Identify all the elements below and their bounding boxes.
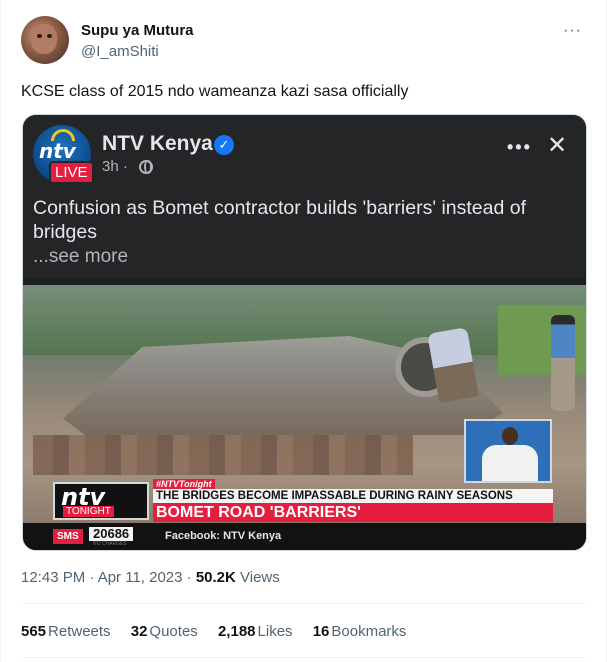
stat-likes[interactable]: 2,188 Likes [218, 623, 293, 640]
fb-page-name: NTV Kenya [102, 132, 213, 155]
tv-sms-bar: SMS 20686 NO CHARGES Facebook: NTV Kenya [23, 523, 586, 550]
news-photo: ntv TONIGHT #NTVTonight THE BRIDGES BECO… [23, 285, 586, 523]
stat-label: Quotes [149, 623, 198, 640]
photo-rocks [33, 435, 413, 475]
fb-post-time: 3h · [102, 158, 128, 175]
sms-sub: NO CHARGES [93, 541, 127, 547]
divider [21, 657, 587, 658]
lt-headline: BOMET ROAD 'BARRIERS' [153, 503, 553, 522]
stat-label: Retweets [48, 623, 111, 640]
sign-language-interpreter [464, 419, 552, 483]
stat-number: 565 [21, 623, 47, 640]
stat-bookmarks[interactable]: 16 Bookmarks [313, 623, 407, 640]
tv-lower-third: ntv TONIGHT #NTVTonight THE BRIDGES BECO… [53, 479, 553, 522]
ntv-tonight-logo: ntv TONIGHT [53, 482, 149, 520]
tweet-container: Supu ya Mutura @I_amShiti ··· KCSE class… [0, 0, 607, 662]
lt-hashtag: #NTVTonight [153, 479, 215, 489]
sms-number: 20686 [89, 527, 134, 541]
globe-icon [139, 160, 153, 174]
interpreter-head [502, 427, 518, 445]
live-badge: LIVE [49, 161, 94, 184]
author-display-name[interactable]: Supu ya Mutura [81, 22, 194, 39]
avatar-face [31, 24, 57, 54]
avatar[interactable] [21, 16, 69, 64]
photo-worker [551, 315, 575, 411]
stat-number: 16 [312, 623, 330, 640]
lt-logo-tonight: TONIGHT [63, 506, 114, 517]
lt-subheadline: THE BRIDGES BECOME IMPASSABLE DURING RAI… [153, 489, 553, 503]
stat-number: 2,188 [217, 623, 256, 640]
stat-quotes[interactable]: 32 Quotes [131, 623, 198, 640]
author-handle[interactable]: @I_amShiti [81, 43, 159, 60]
see-more-link: ...see more [33, 246, 129, 267]
facebook-handle-text: Facebook: NTV Kenya [165, 530, 282, 542]
stat-label: Likes [257, 623, 293, 640]
tweet-text: KCSE class of 2015 ndo wameanza kazi sas… [21, 83, 409, 100]
ntv-logo-wordmark: ntv [39, 139, 76, 163]
embedded-image-card[interactable]: ntv LIVE NTV Kenya ✓ 3h · ••• ✕ Confusio… [22, 114, 587, 551]
stat-label: Bookmarks [331, 623, 407, 640]
fb-post-header: ntv LIVE NTV Kenya ✓ 3h · ••• ✕ Confusio… [23, 115, 586, 278]
tweet-meta: 12:43 PM · Apr 11, 2023 · 50.2K Views [21, 569, 280, 586]
sms-label: SMS [53, 529, 83, 544]
engagement-stats: 565 Retweets 32 Quotes 2,188 Likes 16 Bookma… [21, 623, 422, 640]
fb-post-text: Confusion as Bomet contractor builds 'ba… [33, 197, 527, 243]
verified-check-icon: ✓ [214, 135, 234, 155]
views-label: Views [235, 569, 280, 586]
fb-more-icon: ••• [507, 137, 532, 157]
views-count[interactable]: 50.2K [196, 569, 236, 586]
tweet-timestamp[interactable]: 12:43 PM · Apr 11, 2023 · [21, 569, 196, 586]
avatar-eye-left [37, 34, 42, 38]
stat-number: 32 [130, 623, 148, 640]
divider [21, 603, 587, 604]
more-dots-icon[interactable]: ··· [563, 22, 582, 40]
avatar-eye-right [47, 34, 52, 38]
interpreter-body [482, 445, 538, 481]
close-icon: ✕ [547, 132, 568, 159]
stat-retweets[interactable]: 565 Retweets [21, 623, 111, 640]
